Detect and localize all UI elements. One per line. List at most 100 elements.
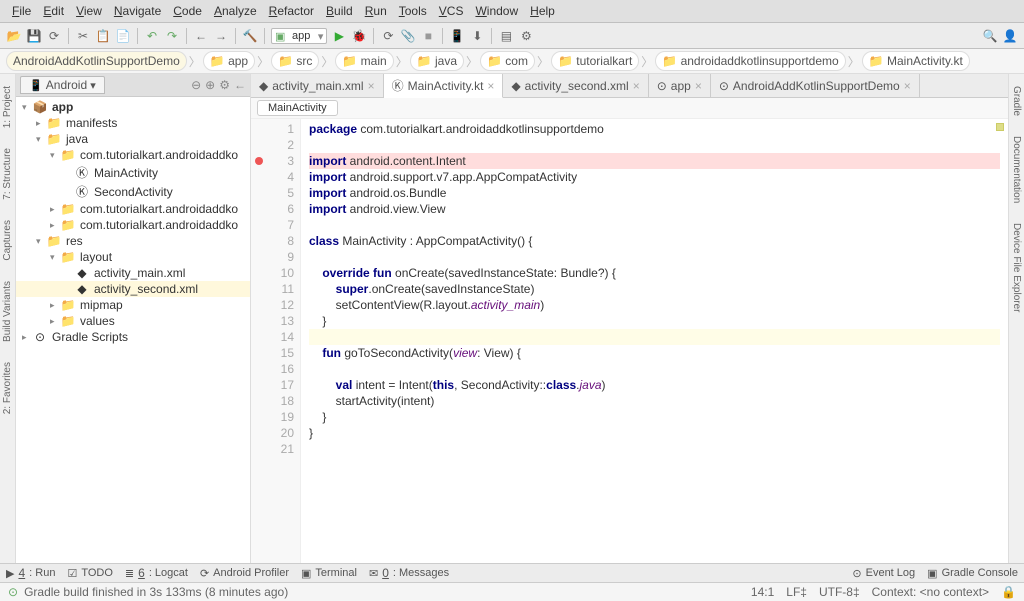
tree-item[interactable]: ▸⊙Gradle Scripts	[16, 329, 250, 345]
right-tab[interactable]: Device File Explorer	[1011, 219, 1022, 316]
breadcrumb-item[interactable]: 📁 src	[271, 51, 319, 71]
nav-breadcrumb: AndroidAddKotlinSupportDemo〉📁 app〉📁 src〉…	[0, 49, 1024, 74]
tree-item[interactable]: ▸📁com.tutorialkart.androidaddko	[16, 201, 250, 217]
breadcrumb-item[interactable]: 📁 java	[410, 51, 464, 71]
tree-item[interactable]: ▸📁mipmap	[16, 297, 250, 313]
save-icon[interactable]: 💾	[26, 28, 42, 44]
copy-icon[interactable]: 📋	[95, 28, 111, 44]
user-icon[interactable]: 👤	[1002, 28, 1018, 44]
tree-item[interactable]: ⓀSecondActivity	[16, 182, 250, 201]
cut-icon[interactable]: ✂	[75, 28, 91, 44]
menu-help[interactable]: Help	[524, 2, 561, 20]
editor-tab[interactable]: ⓀMainActivity.kt×	[384, 74, 504, 98]
hide-icon[interactable]: ←	[234, 78, 246, 92]
target-icon[interactable]: ⊕	[205, 78, 215, 92]
close-tab-icon[interactable]: ×	[904, 79, 911, 93]
structure-icon[interactable]: ▤	[498, 28, 514, 44]
tree-item[interactable]: ▾📁com.tutorialkart.androidaddko	[16, 147, 250, 163]
menu-refactor[interactable]: Refactor	[263, 2, 320, 20]
close-tab-icon[interactable]: ×	[695, 79, 702, 93]
editor-tab[interactable]: ◆activity_second.xml×	[503, 74, 648, 97]
bottom-tab[interactable]: ≣6: Logcat	[125, 566, 188, 580]
tree-item[interactable]: ▸📁values	[16, 313, 250, 329]
lock-icon[interactable]: 🔒	[1001, 585, 1016, 599]
close-tab-icon[interactable]: ×	[368, 79, 375, 93]
right-tab[interactable]: Documentation	[1011, 132, 1022, 207]
run-icon[interactable]: ▶	[331, 28, 347, 44]
menu-run[interactable]: Run	[359, 2, 393, 20]
code-editor[interactable]: 123456789101112131415161718192021 packag…	[251, 119, 1008, 563]
tree-item[interactable]: ⓀMainActivity	[16, 163, 250, 182]
bottom-tab[interactable]: ▣Gradle Console	[927, 567, 1018, 580]
forward-icon[interactable]: →	[213, 28, 229, 44]
stop-icon[interactable]: ■	[420, 28, 436, 44]
bottom-tab[interactable]: ⊙Event Log	[852, 567, 915, 580]
bottom-tab[interactable]: ▶4: Run	[6, 566, 55, 580]
breadcrumb-item[interactable]: 📁 androidaddkotlinsupportdemo	[655, 51, 845, 71]
debug-icon[interactable]: 🐞	[351, 28, 367, 44]
breadcrumb-item[interactable]: 📁 app	[203, 51, 255, 71]
open-icon[interactable]: 📂	[6, 28, 22, 44]
menu-vcs[interactable]: VCS	[433, 2, 470, 20]
file-encoding[interactable]: UTF-8‡	[819, 585, 860, 599]
project-tree[interactable]: ▾📦app▸📁manifests▾📁java▾📁com.tutorialkart…	[16, 97, 250, 563]
context-label[interactable]: Context: <no context>	[872, 585, 989, 599]
menu-window[interactable]: Window	[469, 2, 524, 20]
left-tab[interactable]: 2: Favorites	[2, 358, 13, 418]
tree-item[interactable]: ▸📁com.tutorialkart.androidaddko	[16, 217, 250, 233]
tree-item[interactable]: ◆activity_second.xml	[16, 281, 250, 297]
tree-item[interactable]: ▾📦app	[16, 99, 250, 115]
breadcrumb-item[interactable]: 📁 tutorialkart	[551, 51, 639, 71]
menu-analyze[interactable]: Analyze	[208, 2, 263, 20]
menu-navigate[interactable]: Navigate	[108, 2, 167, 20]
line-separator[interactable]: LF‡	[786, 585, 807, 599]
left-tab[interactable]: 7: Structure	[2, 144, 13, 204]
menu-view[interactable]: View	[70, 2, 108, 20]
editor-tab[interactable]: ⊙AndroidAddKotlinSupportDemo×	[711, 74, 920, 97]
menu-file[interactable]: File	[6, 2, 37, 20]
menu-tools[interactable]: Tools	[393, 2, 433, 20]
close-tab-icon[interactable]: ×	[487, 79, 494, 93]
search-icon[interactable]: 🔍	[982, 28, 998, 44]
left-tab[interactable]: Build Variants	[2, 277, 13, 346]
collapse-icon[interactable]: ⊖	[191, 78, 201, 92]
project-view-combo[interactable]: 📱 Android ▾	[20, 76, 105, 94]
editor-tab[interactable]: ⊙app×	[649, 74, 711, 97]
menu-code[interactable]: Code	[167, 2, 208, 20]
sdk-icon[interactable]: ⬇	[469, 28, 485, 44]
class-breadcrumb[interactable]: MainActivity	[257, 100, 338, 116]
left-tab[interactable]: Captures	[2, 216, 13, 265]
sync-icon[interactable]: ⟳	[46, 28, 62, 44]
build-icon[interactable]: 🔨	[242, 28, 258, 44]
menu-edit[interactable]: Edit	[37, 2, 70, 20]
bottom-tab[interactable]: ▣Terminal	[301, 567, 357, 580]
caret-position[interactable]: 14:1	[751, 585, 774, 599]
menu-build[interactable]: Build	[320, 2, 359, 20]
paste-icon[interactable]: 📄	[115, 28, 131, 44]
redo-icon[interactable]: ↷	[164, 28, 180, 44]
profile-icon[interactable]: ⟳	[380, 28, 396, 44]
breadcrumb-item[interactable]: 📁 main	[335, 51, 393, 71]
breadcrumb-item[interactable]: 📁 MainActivity.kt	[862, 51, 970, 71]
attach-icon[interactable]: 📎	[400, 28, 416, 44]
tree-item[interactable]: ▸📁manifests	[16, 115, 250, 131]
close-tab-icon[interactable]: ×	[633, 79, 640, 93]
tree-item[interactable]: ▾📁layout	[16, 249, 250, 265]
left-tab[interactable]: 1: Project	[2, 82, 13, 132]
right-tab[interactable]: Gradle	[1011, 82, 1022, 120]
breadcrumb-item[interactable]: AndroidAddKotlinSupportDemo	[6, 51, 187, 71]
settings-icon[interactable]: ⚙	[518, 28, 534, 44]
tree-item[interactable]: ▾📁java	[16, 131, 250, 147]
undo-icon[interactable]: ↶	[144, 28, 160, 44]
gear-icon[interactable]: ⚙	[219, 78, 230, 92]
tree-item[interactable]: ◆activity_main.xml	[16, 265, 250, 281]
back-icon[interactable]: ←	[193, 28, 209, 44]
breadcrumb-item[interactable]: 📁 com	[480, 51, 535, 71]
avd-icon[interactable]: 📱	[449, 28, 465, 44]
bottom-tab[interactable]: ⟳Android Profiler	[200, 567, 289, 580]
editor-tab[interactable]: ◆activity_main.xml×	[251, 74, 384, 97]
bottom-tab[interactable]: ☑TODO	[67, 567, 112, 580]
bottom-tab[interactable]: ✉0: Messages	[369, 566, 449, 580]
tree-item[interactable]: ▾📁res	[16, 233, 250, 249]
run-config-combo[interactable]: app	[271, 28, 327, 44]
